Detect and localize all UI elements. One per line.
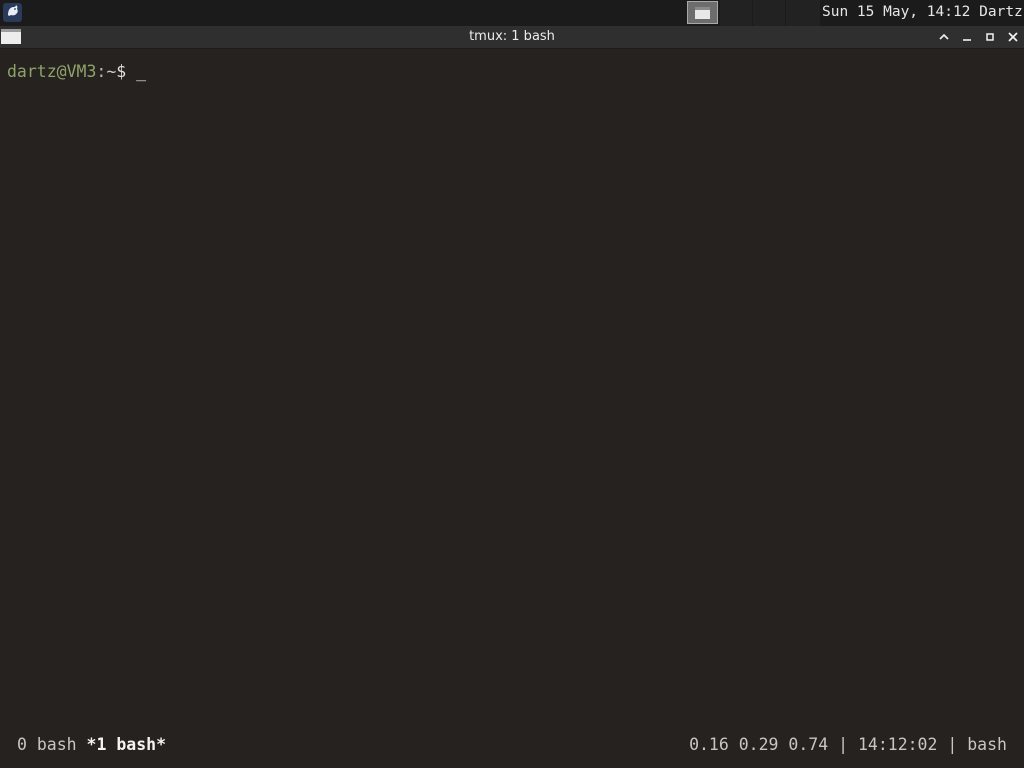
tmux-window-1-active[interactable]: *1 bash*	[87, 735, 166, 754]
tmux-status-bar: 0 bash *1 bash* 0.16 0.29 0.74 | 14:12:0…	[0, 731, 1024, 757]
prompt-path: ~	[106, 62, 117, 81]
window-titlebar[interactable]: tmux: 1 bash	[0, 26, 1024, 49]
window-icon	[695, 6, 710, 19]
shell-prompt: dartz@VM3:~$ _	[7, 62, 146, 81]
status-divider: |	[947, 735, 958, 754]
minimize-button[interactable]	[956, 26, 978, 48]
tmux-window-0[interactable]: 0 bash	[17, 735, 77, 754]
panel-clock[interactable]: Sun 15 May, 14:12 Dartz	[822, 4, 1023, 20]
clock-text: Sun 15 May, 14:12	[822, 4, 971, 20]
prompt-user-host: dartz@VM3	[7, 62, 97, 81]
maximize-icon	[986, 33, 994, 41]
load-average: 0.16 0.29 0.74	[689, 735, 829, 754]
taskbar-window-button[interactable]	[687, 1, 718, 24]
status-current-command: bash	[967, 735, 1007, 754]
maximize-button[interactable]	[979, 26, 1001, 48]
app-menu-button[interactable]	[3, 3, 22, 22]
workspace-button-2[interactable]	[753, 0, 785, 26]
panel-user-name: Dartz	[979, 4, 1023, 20]
prompt-symbol: $	[116, 62, 127, 81]
terminal-area[interactable]: dartz@VM3:~$ _ 0 bash *1 bash* 0.16 0.29…	[0, 49, 1024, 768]
distro-logo-icon	[5, 3, 20, 22]
close-icon	[1008, 32, 1018, 42]
shade-up-icon	[939, 33, 949, 40]
window-title: tmux: 1 bash	[469, 29, 555, 44]
text-cursor: _	[136, 62, 147, 81]
minimize-icon	[963, 39, 971, 41]
status-time: 14:12:02	[857, 735, 938, 754]
prompt-separator: :	[96, 62, 107, 81]
tmux-status-right: 0.16 0.29 0.74 | 14:12:02 | bash	[689, 735, 1007, 754]
top-panel: Sun 15 May, 14:12 Dartz	[0, 0, 1024, 26]
workspace-button-1[interactable]	[720, 0, 752, 26]
close-button[interactable]	[1002, 26, 1024, 48]
tmux-window-list: 0 bash *1 bash*	[17, 735, 166, 754]
workspace-button-3[interactable]	[786, 0, 820, 26]
shade-button[interactable]	[933, 26, 955, 48]
status-divider: |	[838, 735, 849, 754]
